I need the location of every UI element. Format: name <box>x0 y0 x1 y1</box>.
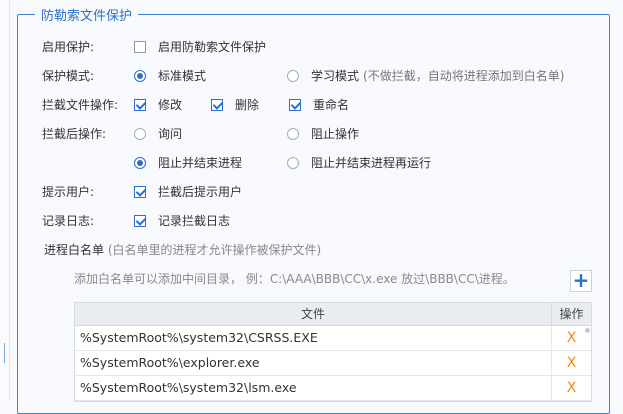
radio-icon <box>134 127 146 140</box>
radio-icon <box>287 156 299 169</box>
rename-text: 重命名 <box>313 98 350 112</box>
whitelist-header: 进程白名单 (白名单里的进程才允许操作被保护文件) <box>44 241 321 258</box>
ask-radio[interactable]: 询问 <box>134 125 182 142</box>
mode-label: 保护模式: <box>42 69 95 83</box>
log-checkbox[interactable]: 记录拦截日志 <box>134 212 230 229</box>
file-path: %SystemRoot%\system32\lsm.exe <box>75 376 552 400</box>
column-file: 文件 <box>75 303 552 325</box>
block-text: 阻止操作 <box>311 127 360 141</box>
block-radio[interactable]: 阻止操作 <box>287 125 359 142</box>
log-text: 记录拦截日志 <box>158 214 231 228</box>
modify-checkbox[interactable]: 修改 <box>134 96 182 113</box>
after-ops-label: 拦截后操作: <box>42 127 107 141</box>
checkbox-checked-icon <box>134 185 146 198</box>
checkbox-icon <box>134 40 146 53</box>
log-label: 记录日志: <box>42 214 95 228</box>
radio-icon <box>287 69 299 82</box>
table-row[interactable]: %SystemRoot%\system32\lsm.exe X <box>75 376 591 401</box>
delete-checkbox[interactable]: 删除 <box>211 96 259 113</box>
block-end-text: 阻止并结束进程 <box>158 156 243 170</box>
column-action: 操作 <box>559 307 584 321</box>
whitelist-table: 文件 操作 %SystemRoot%\system32\CSRSS.EXE X … <box>74 302 592 402</box>
delete-text: 删除 <box>235 98 260 112</box>
whitelist-note: 添加白名单可以添加中间目录， 例：C:\AAA\BBB\CC\x.exe 放过\… <box>74 272 515 286</box>
notify-user-checkbox[interactable]: 拦截后提示用户 <box>134 183 242 200</box>
section-title: 防勒索文件保护 <box>35 5 139 24</box>
learning-mode-radio[interactable]: 学习模式 (不做拦截，自动将进程添加到白名单) <box>287 67 564 84</box>
radio-selected-icon <box>134 69 146 82</box>
notify-label: 提示用户: <box>42 185 95 199</box>
learning-mode-hint: (不做拦截，自动将进程添加到白名单) <box>363 69 565 83</box>
intercept-ops-label: 拦截文件操作: <box>42 98 119 112</box>
add-whitelist-button[interactable]: + <box>570 270 592 292</box>
file-path: %SystemRoot%\explorer.exe <box>75 351 552 375</box>
learning-mode-text: 学习模式 <box>311 69 360 83</box>
checkbox-checked-icon <box>289 98 301 111</box>
file-path: %SystemRoot%\system32\CSRSS.EXE <box>75 326 552 350</box>
rename-checkbox[interactable]: 重命名 <box>289 96 349 113</box>
standard-mode-text: 标准模式 <box>158 69 207 83</box>
table-row[interactable]: %SystemRoot%\explorer.exe X <box>75 351 591 376</box>
block-end-restart-radio[interactable]: 阻止并结束进程再运行 <box>287 154 431 171</box>
left-panel-marker <box>0 343 5 363</box>
block-end-radio[interactable]: 阻止并结束进程 <box>134 154 242 171</box>
whitelist-subtitle: (白名单里的进程才允许操作被保护文件) <box>107 243 322 257</box>
whitelist-title: 进程白名单 <box>44 243 105 257</box>
notify-user-text: 拦截后提示用户 <box>158 185 243 199</box>
radio-icon <box>287 127 299 140</box>
delete-icon[interactable]: X <box>552 351 591 375</box>
radio-selected-icon <box>134 156 146 169</box>
delete-icon[interactable]: X <box>552 376 591 400</box>
table-scrollbar[interactable] <box>585 328 590 333</box>
standard-mode-radio[interactable]: 标准模式 <box>134 67 206 84</box>
modify-text: 修改 <box>158 98 183 112</box>
checkbox-checked-icon <box>211 98 223 111</box>
left-panel-edge <box>0 0 10 402</box>
checkbox-checked-icon <box>134 98 146 111</box>
block-end-restart-text: 阻止并结束进程再运行 <box>311 156 432 170</box>
enable-label: 启用保护: <box>42 40 95 54</box>
ask-text: 询问 <box>158 127 183 141</box>
enable-protection-text: 启用防勒索文件保护 <box>158 40 267 54</box>
table-header: 文件 操作 <box>75 303 591 326</box>
checkbox-checked-icon <box>134 214 146 227</box>
enable-protection-checkbox[interactable]: 启用防勒索文件保护 <box>134 38 266 55</box>
table-row[interactable]: %SystemRoot%\system32\CSRSS.EXE X <box>75 326 591 351</box>
